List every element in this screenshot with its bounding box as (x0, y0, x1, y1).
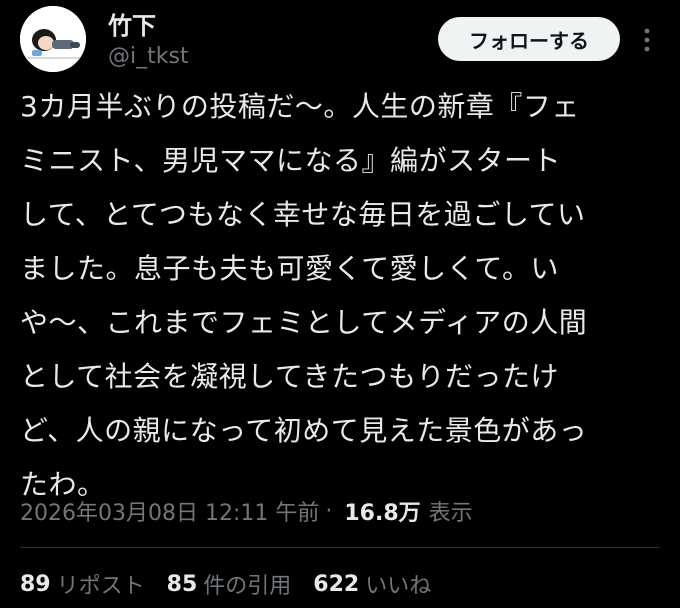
timestamp[interactable]: 2026年03月08日 12:11 午前 (20, 495, 319, 527)
follow-button[interactable]: フォローする (438, 17, 620, 61)
tweet-line: ミニスト、男児ママになる』編がスタート (20, 144, 561, 177)
likes-count: 622 (313, 571, 360, 597)
views-label: 表示 (428, 501, 473, 526)
tweet-line: として社会を凝視してきたつもりだったけ (20, 360, 559, 393)
reposts-count: 89 (20, 571, 51, 597)
likes-label: いいね (365, 574, 432, 599)
tweet-body: 3カ月半ぶりの投稿だ〜。人生の新章『フェ ミニスト、男児ママになる』編がスタート… (20, 80, 660, 512)
reposts-label: リポスト (56, 574, 145, 599)
more-options-button[interactable] (634, 20, 660, 60)
author-display-name[interactable]: 竹下 (108, 12, 156, 40)
more-vertical-icon (644, 28, 650, 52)
engagement-stats: 89 リポスト 85 件の引用 622 いいね (20, 566, 453, 602)
reposts-stat[interactable]: 89 リポスト (20, 568, 145, 600)
quotes-stat[interactable]: 85 件の引用 (167, 568, 292, 600)
divider (20, 547, 660, 548)
tweet-line: ど、人の親になって初めて見えた景色があっ (20, 414, 588, 447)
likes-stat[interactable]: 622 いいね (313, 568, 431, 600)
tweet-line: して、とてつもなく幸せな毎日を過ごしてい (20, 198, 586, 231)
tweet-meta: 2026年03月08日 12:11 午前 · 16.8万 表示 (20, 493, 473, 529)
tweet-header: 竹下 @i_tkst フォローする (20, 6, 670, 74)
quotes-count: 85 (166, 571, 198, 597)
avatar[interactable] (20, 6, 86, 72)
views-count: 16.8万 (344, 501, 421, 526)
tweet-line: ました。息子も夫も可愛くて愛しくて。い (20, 252, 559, 285)
tweet-line: 3カ月半ぶりの投稿だ〜。人生の新章『フェ (20, 90, 580, 123)
avatar-illustration-icon (20, 6, 86, 72)
quotes-label: 件の引用 (203, 574, 292, 599)
meta-separator: · (325, 498, 333, 524)
author-handle[interactable]: @i_tkst (108, 44, 189, 70)
tweet-line: や〜、これまでフェミとしてメディアの人間 (20, 306, 588, 339)
